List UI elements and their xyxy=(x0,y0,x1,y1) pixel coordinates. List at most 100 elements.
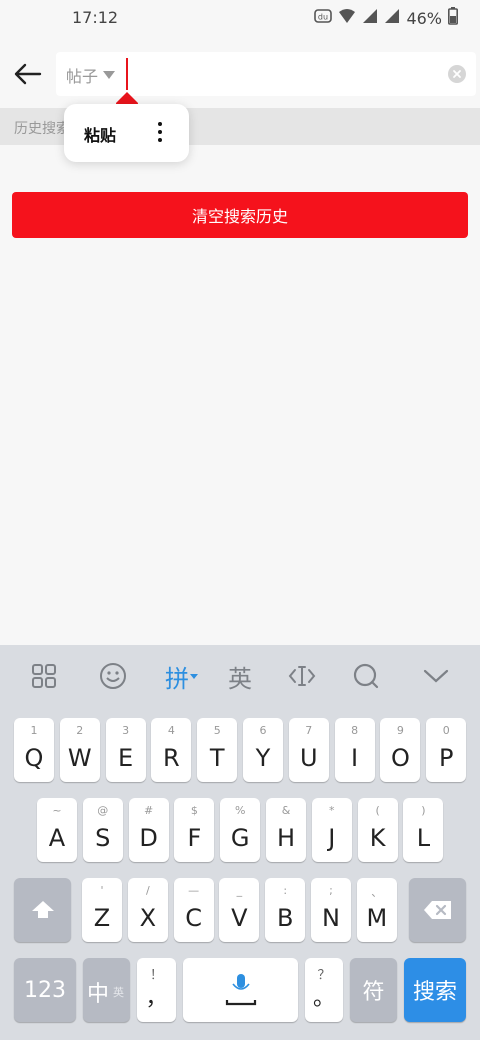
pinyin-label: 拼 xyxy=(165,664,189,693)
cursor-move-icon[interactable] xyxy=(284,659,320,693)
keyboard-toolbar: 拼 英 xyxy=(0,645,480,707)
history-label: 历史搜索 xyxy=(14,121,70,137)
key-u[interactable]: 7U xyxy=(288,718,329,782)
key-main-label: W xyxy=(67,744,92,772)
key-main-label: P xyxy=(438,744,454,772)
key-sub-label: : xyxy=(283,884,288,897)
space-key[interactable] xyxy=(183,958,298,1022)
key-main-label: F xyxy=(187,824,202,852)
key-y[interactable]: 6Y xyxy=(243,718,283,782)
triangle-down-icon xyxy=(103,71,116,79)
key-z[interactable]: ' Z xyxy=(82,878,122,942)
key-sub-label: 7 xyxy=(305,724,313,737)
more-vertical-icon[interactable] xyxy=(154,120,166,144)
key-x[interactable]: / X xyxy=(127,878,168,942)
key-main-label: Z xyxy=(93,904,111,932)
cell-signal-icon xyxy=(362,8,378,28)
key-main-label: K xyxy=(369,824,386,852)
key-sub-label: 0 xyxy=(442,724,450,737)
key-sub-label: _ xyxy=(236,884,243,897)
pinyin-mode-button[interactable]: 拼 xyxy=(160,659,204,693)
key-f[interactable]: $ F xyxy=(174,798,215,862)
search-key[interactable]: 搜索 xyxy=(404,958,466,1022)
emoji-icon[interactable] xyxy=(95,659,131,693)
key-m[interactable]: 、 M xyxy=(356,878,397,942)
key-main-label: H xyxy=(276,824,296,852)
key-i[interactable]: 8I xyxy=(334,718,375,782)
language-key-label: 中 xyxy=(87,982,110,1007)
key-sub-label: ( xyxy=(375,804,380,817)
search-icon[interactable] xyxy=(348,659,384,693)
language-switch-key[interactable]: 中 英 xyxy=(83,958,130,1022)
key-sub-label: ; xyxy=(329,884,333,897)
key-o[interactable]: 9O xyxy=(380,718,421,782)
key-g[interactable]: % G xyxy=(220,798,261,862)
wifi-icon xyxy=(338,8,356,28)
key-main-label: E xyxy=(118,744,134,772)
comma-key-label: ， xyxy=(145,986,168,1011)
status-icons: du 46% xyxy=(314,7,458,29)
search-header: 帖子 xyxy=(0,44,480,114)
key-s[interactable]: @ S xyxy=(82,798,123,862)
soft-keyboard: 拼 英 1Q2W3E4R5T6Y7U8I9O0P ~ A @ S # D $ F% G & H * J(… xyxy=(0,645,480,1040)
key-sub-label: & xyxy=(281,804,291,817)
numeric-keyboard-key[interactable]: 123 xyxy=(14,958,76,1022)
shift-key[interactable] xyxy=(14,878,71,942)
backspace-key[interactable] xyxy=(409,878,466,942)
symbol-key[interactable]: 符 xyxy=(350,958,397,1022)
key-b[interactable]: :B xyxy=(265,878,306,942)
chevron-down-icon[interactable] xyxy=(418,659,454,693)
key-sub-label: # xyxy=(143,804,154,817)
key-sub-label: 5 xyxy=(213,724,221,737)
key-v[interactable]: _ V xyxy=(219,878,260,942)
key-e[interactable]: 3E xyxy=(105,718,146,782)
key-main-label: Q xyxy=(24,744,44,772)
key-k[interactable]: (K xyxy=(357,798,398,862)
key-main-label: R xyxy=(163,744,180,772)
triangle-down-icon xyxy=(190,674,198,679)
key-w[interactable]: 2W xyxy=(59,718,100,782)
key-d[interactable]: # D xyxy=(128,798,169,862)
period-key-label: 。 xyxy=(312,986,335,1011)
back-button[interactable] xyxy=(10,56,46,92)
key-sub-label: 4 xyxy=(167,724,175,737)
key-main-label: U xyxy=(300,744,318,772)
paste-button[interactable]: 粘贴 xyxy=(84,122,116,146)
key-l[interactable]: ) L xyxy=(403,798,444,862)
key-main-label: M xyxy=(366,904,388,932)
baidu-du-icon: du xyxy=(314,8,333,28)
key-r[interactable]: 4R xyxy=(151,718,192,782)
key-p[interactable]: 0P xyxy=(426,718,467,782)
clear-input-button[interactable] xyxy=(448,65,466,83)
key-c[interactable]: — C xyxy=(173,878,214,942)
clear-history-button[interactable]: 清空搜索历史 xyxy=(12,192,468,238)
key-h[interactable]: & H xyxy=(266,798,306,862)
svg-text:du: du xyxy=(318,13,328,22)
key-main-label: T xyxy=(209,744,225,772)
shift-icon xyxy=(31,901,54,918)
key-sub-label: % xyxy=(234,804,246,817)
apps-grid-icon[interactable] xyxy=(26,659,62,693)
key-sub-label: 6 xyxy=(259,724,267,737)
key-n[interactable]: ; N xyxy=(311,878,351,942)
key-j[interactable]: * J xyxy=(311,798,352,862)
text-cursor xyxy=(126,58,128,90)
search-input[interactable]: 帖子 xyxy=(56,52,476,114)
close-circle-icon xyxy=(453,70,461,78)
key-t[interactable]: 5T xyxy=(197,718,238,782)
key-main-label: O xyxy=(390,744,410,772)
period-key[interactable]: ？ 。 xyxy=(305,958,343,1022)
status-time: 17:12 xyxy=(72,8,119,27)
key-q[interactable]: 1Q xyxy=(14,718,54,782)
key-main-label: B xyxy=(276,904,294,932)
cell-signal-icon-2 xyxy=(384,8,400,28)
search-scope-dropdown[interactable]: 帖子 xyxy=(66,63,116,87)
key-sub-label: / xyxy=(145,884,150,897)
key-a[interactable]: ~ A xyxy=(37,798,77,862)
arrow-left-icon xyxy=(14,63,42,85)
english-mode-button[interactable]: 英 xyxy=(222,659,258,693)
key-sub-label: 3 xyxy=(122,724,130,737)
battery-percent: 46% xyxy=(406,8,442,28)
key-sub-label: ' xyxy=(100,884,104,897)
comma-key[interactable]: ！ ， xyxy=(137,958,176,1022)
